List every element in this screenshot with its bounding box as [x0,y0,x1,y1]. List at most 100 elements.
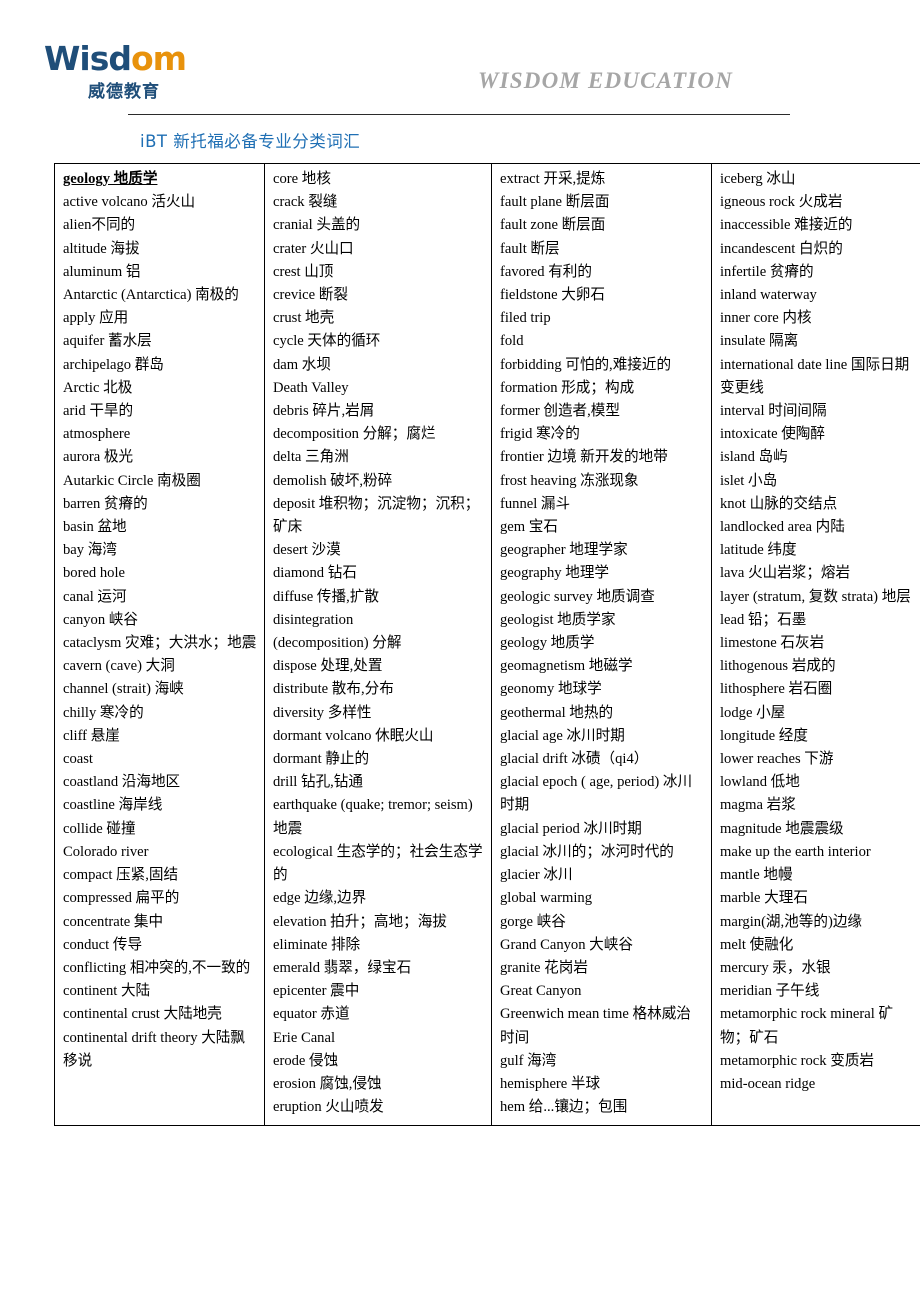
vocab-entry: fault 断层 [500,240,560,257]
vocab-entry: concentrate 集中 [63,913,164,930]
vocab-entry: continental crust 大陆地壳 [63,1006,222,1023]
vocab-entry: dormant volcano 休眠火山 [273,727,434,744]
vocab-entry: magnitude 地震震级 [720,820,844,837]
vocab-entry: emerald 翡翠，绿宝石 [273,959,412,976]
vocab-entry: conflicting 相冲突的,不一致的 [63,959,251,976]
vocab-entry: interval 时间间隔 [720,403,827,420]
table-row: geology 地质学 active volcano 活火山 alien不同的 alt… [54,163,920,1126]
vocab-entry: Autarkic Circle 南极圈 [63,472,201,489]
vocab-entry: global warming [500,890,593,907]
vocab-entry: glacial drift 冰碛（qi4） [500,751,649,768]
vocab-entry: Antarctic (Antarctica) 南极的 [63,287,239,304]
document-page: Wisdom 威德教育 WISDOM EDUCATION iBT 新托福必备专业… [0,0,920,1302]
vocab-entry: geomagnetism 地磁学 [500,658,633,675]
entry-list-3: extract 开采,提炼 fault plane 断层面 fault zone 断… [500,168,705,1119]
vocab-entry: inaccessible 难接近的 [720,217,853,234]
vocab-entry: extract 开采,提炼 [500,171,606,187]
vocab-entry: archipelago 群岛 [63,356,164,373]
vocab-entry: diversity 多样性 [273,704,372,721]
vocab-entry: eliminate 排除 [273,936,361,953]
vocab-entry: aluminum 铝 [63,263,141,280]
vocab-entry: aurora 极光 [63,449,134,466]
vocab-entry: melt 使融化 [720,936,794,953]
vocab-entry: canal 运河 [63,588,127,605]
vocab-entry: frontier 边境 新开发的地带 [500,449,668,466]
vocab-entry: gulf 海湾 [500,1052,557,1069]
vocab-entry: demolish 破坏,粉碎 [273,472,393,489]
vocab-entry: edge 边缘,边界 [273,890,367,907]
vocab-entry: basin 盆地 [63,519,127,536]
vocab-entry: drill 钻孔,钻通 [273,774,363,791]
vocab-entry: incandescent 白炽的 [720,240,843,257]
vocab-entry: Death Valley [273,379,349,396]
vocab-entry: diamond 钻石 [273,565,357,582]
vocab-entry: disintegration [273,611,354,628]
vocab-entry: gorge 峡谷 [500,913,566,930]
vocab-entry: crater 火山口 [273,240,354,257]
vocab-entry: geonomy 地球学 [500,681,602,698]
logo-wordmark: Wisdom [44,42,194,76]
table-column-3: extract 开采,提炼 fault plane 断层面 fault zone 断… [491,163,712,1126]
logo-wordmark-main: Wisd [44,39,132,78]
vocab-entry: crest 山顶 [273,263,334,280]
vocab-entry: meridian 子午线 [720,983,820,1000]
vocab-entry: geologist 地质学家 [500,611,616,628]
vocab-entry: deposit 堆积物；沉淀物；沉积；矿床 [273,495,480,536]
vocab-entry: magma 岩浆 [720,797,796,814]
header-divider [128,114,790,115]
vocab-entry: make up the earth interior [720,843,871,860]
vocab-entry: cycle 天体的循环 [273,333,381,350]
vocab-entry: dispose 处理,处置 [273,658,383,675]
vocab-entry: hem 给...镶边；包围 [500,1099,628,1116]
vocab-entry: layer (stratum, 复数 strata) 地层 [720,588,911,605]
vocab-entry: intoxicate 使陶醉 [720,426,825,443]
vocab-entry: dam 水坝 [273,356,331,373]
vocab-entry: inland waterway [720,287,817,304]
vocab-entry: delta 三角洲 [273,449,349,466]
vocab-entry: coastland 沿海地区 [63,774,181,791]
vocab-entry: geography 地理学 [500,565,610,582]
vocab-entry: epicenter 震中 [273,983,360,1000]
vocab-entry: (decomposition) 分解 [273,635,402,652]
vocab-entry: gem 宝石 [500,519,558,536]
vocab-entry: igneous rock 火成岩 [720,194,843,211]
vocab-entry: cavern (cave) 大洞 [63,658,175,675]
vocab-entry: lead 铅；石墨 [720,611,807,628]
vocab-entry: Arctic 北极 [63,379,133,396]
vocab-entry: Greenwich mean time 格林威治时间 [500,1006,691,1046]
vocab-entry: lava 火山岩浆；熔岩 [720,565,851,582]
vocab-entry: cliff 悬崖 [63,727,120,744]
vocab-entry: glacier 冰川 [500,867,573,884]
vocab-entry: atmosphere [63,426,131,443]
vocab-entry: debris 碎片,岩屑 [273,403,375,420]
vocab-entry: glacial 冰川的；冰河时代的 [500,843,674,860]
vocab-entry: margin(湖,池等的)边缘 [720,913,863,930]
vocab-entry: filed trip [500,310,551,327]
vocab-entry: lithosphere 岩石圈 [720,681,833,698]
vocab-entry: iceberg 冰山 [720,171,796,187]
vocab-entry: compact 压紧,固结 [63,867,179,884]
vocab-entry: glacial epoch ( age, period) 冰川时期 [500,774,693,814]
vocab-entry: crevice 断裂 [273,287,348,304]
vocab-entry: lithogenous 岩成的 [720,658,836,675]
vocab-entry: bored hole [63,565,126,582]
vocab-entry: chilly 寒冷的 [63,704,144,721]
entry-list-1: geology 地质学 active volcano 活火山 alien不同的 alt… [63,168,258,1073]
vocab-entry: granite 花岗岩 [500,959,588,976]
vocab-entry: longitude 经度 [720,727,808,744]
vocab-entry: bay 海湾 [63,542,117,559]
table-column-1: geology 地质学 active volcano 活火山 alien不同的 alt… [54,163,265,1126]
logo-wordmark-accent: om [130,39,187,78]
vocab-entry: geologic survey 地质调查 [500,588,655,605]
vocab-entry: collide 碰撞 [63,820,136,837]
vocab-entry: fault plane 断层面 [500,194,610,211]
vocab-entry: insulate 隔离 [720,333,799,350]
logo-chinese-name: 威德教育 [88,82,160,102]
page-title: iBT 新托福必备专业分类词汇 [140,132,361,151]
vocab-entry: erode 侵蚀 [273,1052,339,1069]
vocab-entry: landlocked area 内陆 [720,519,845,536]
vocab-entry: former 创造者,模型 [500,403,620,420]
vocab-entry: mantle 地幔 [720,867,793,884]
vocab-entry: elevation 拍升；高地；海拔 [273,913,447,930]
vocab-entry: cataclysm 灾难；大洪水；地震 [63,635,257,652]
